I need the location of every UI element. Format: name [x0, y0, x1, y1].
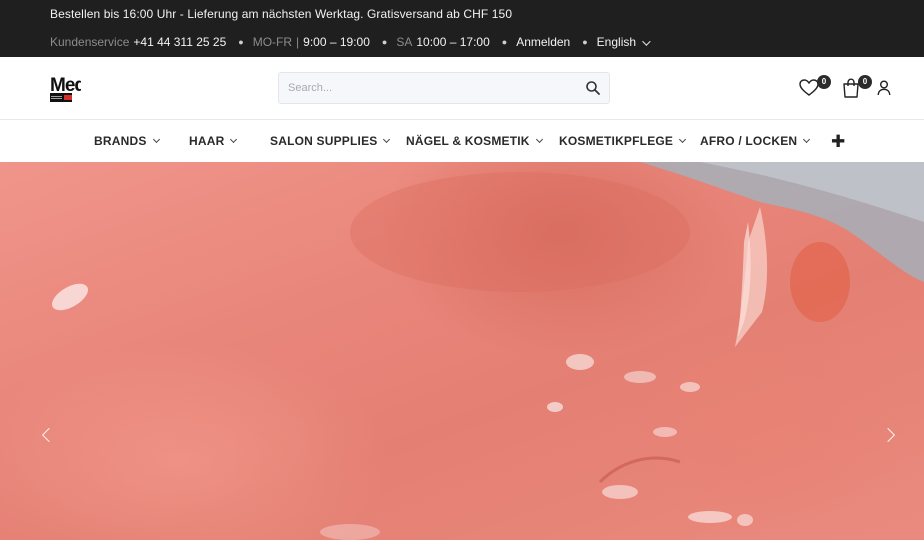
cart-count-badge: 0: [858, 75, 872, 89]
nav-item-label: KOSMETIKPFLEGE: [559, 134, 674, 148]
nav-more-plus-icon[interactable]: ✚: [831, 132, 845, 152]
site-logo[interactable]: Med: [49, 69, 86, 105]
cart-button[interactable]: 0: [842, 75, 872, 98]
wishlist-count-badge: 0: [817, 75, 831, 89]
user-icon: [877, 80, 891, 96]
chevron-down-icon: [642, 37, 651, 46]
logo-text: Med: [50, 75, 81, 96]
separator-bar: |: [296, 35, 300, 49]
hero-slider: [0, 162, 924, 540]
account-button[interactable]: [877, 80, 891, 96]
top-bar: Bestellen bis 16:00 Uhr - Lieferung am n…: [0, 0, 924, 57]
search-box: [278, 72, 610, 104]
hero-image: [51, 162, 924, 540]
saturday-label: SA: [396, 35, 413, 49]
chevron-down-icon: [152, 135, 160, 144]
saturday-hours: 10:00 – 17:00: [416, 35, 490, 49]
search-button[interactable]: [585, 80, 601, 96]
language-label: English: [596, 35, 637, 49]
site-header: Med 0 0: [0, 57, 924, 120]
nav-item-afro-locken[interactable]: AFRO / LOCKEN: [700, 134, 811, 148]
nav-item-salon-supplies[interactable]: SALON SUPPLIES: [270, 134, 391, 148]
chevron-down-icon: [535, 135, 543, 144]
heart-icon: [799, 79, 819, 96]
nav-item-kosmetikpflege[interactable]: KOSMETIKPFLEGE: [559, 134, 687, 148]
chevron-down-icon: [679, 135, 687, 144]
chevron-down-icon: [803, 135, 811, 144]
separator-dot: ●: [381, 37, 388, 47]
nav-item-brands[interactable]: BRANDS: [94, 134, 160, 148]
weekday-label: MO-FR: [252, 35, 293, 49]
main-nav: BRANDS HAAR SALON SUPPLIES NÄGEL & KOSME…: [0, 121, 924, 162]
chevron-down-icon: [230, 135, 238, 144]
nav-item-label: HAAR: [189, 134, 225, 148]
search-input[interactable]: [279, 73, 569, 103]
nav-item-label: NÄGEL & KOSMETIK: [406, 134, 530, 148]
search-icon: [586, 81, 600, 95]
separator-dot: ●: [238, 37, 244, 47]
chevron-down-icon: [383, 135, 391, 144]
logo-mark-icon: Med: [50, 75, 86, 102]
nav-item-naegel-kosmetik[interactable]: NÄGEL & KOSMETIK: [406, 134, 543, 148]
nav-item-label: AFRO / LOCKEN: [700, 134, 798, 148]
separator-dot: ●: [501, 37, 508, 47]
login-link[interactable]: Anmelden: [516, 35, 570, 49]
promo-text: Bestellen bis 16:00 Uhr - Lieferung am n…: [50, 7, 513, 21]
contact-info: Kundenservice +41 44 311 25 25 ● MO-FR |…: [50, 35, 651, 49]
wishlist-button[interactable]: 0: [799, 75, 831, 97]
nav-item-haar[interactable]: HAAR: [189, 134, 238, 148]
language-switcher[interactable]: English: [596, 35, 651, 49]
weekday-hours: 9:00 – 19:00: [303, 35, 370, 49]
nav-item-label: BRANDS: [94, 134, 147, 148]
phone-link[interactable]: +41 44 311 25 25: [133, 35, 226, 49]
service-label: Kundenservice: [50, 35, 130, 49]
separator-dot: ●: [582, 37, 588, 47]
nav-item-label: SALON SUPPLIES: [270, 134, 378, 148]
